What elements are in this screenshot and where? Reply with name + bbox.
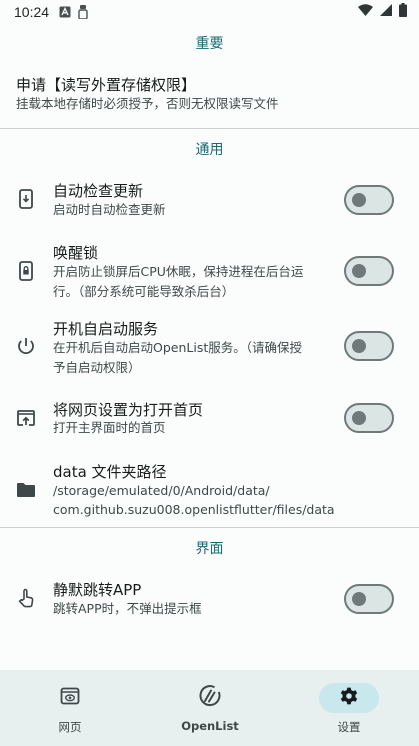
autostart-desc-line2: 予自启动权限） — [53, 360, 141, 375]
nav-settings-pill — [319, 683, 379, 713]
homepage-desc: 打开主界面时的首页 — [53, 420, 166, 435]
battery-icon — [399, 3, 407, 21]
homepage-item[interactable]: 将网页设置为打开首页 打开主界面时的首页 — [0, 391, 419, 447]
divider — [0, 527, 419, 528]
status-indicators — [358, 3, 407, 21]
data-folder-title: data 文件夹路径 — [53, 463, 167, 481]
silent-jump-switch[interactable] — [344, 584, 394, 614]
storage-permission-item[interactable]: 申请【读写外置存储权限】 挂载本地存储时必须授予，否则无权限读写文件 — [0, 64, 419, 124]
storage-permission-title: 申请【读写外置存储权限】 — [16, 76, 197, 94]
homepage-switch[interactable] — [344, 403, 394, 433]
auto-update-item[interactable]: 自动检查更新 启动时自动检查更新 — [0, 172, 419, 228]
nav-item-openlist[interactable]: OpenList — [140, 670, 280, 746]
nav-openlist-label: OpenList — [181, 719, 239, 733]
nav-openlist-pill — [180, 683, 240, 713]
switch-thumb — [352, 193, 366, 207]
update-download-icon — [16, 189, 36, 209]
open-in-browser-icon — [16, 408, 36, 428]
status-bar: 10:24 — [0, 0, 419, 24]
auto-update-title: 自动检查更新 — [53, 182, 144, 200]
data-folder-item[interactable]: data 文件夹路径 /storage/emulated/0/Android/d… — [0, 458, 419, 522]
silent-jump-desc: 跳转APP时，不弹出提示框 — [53, 601, 202, 616]
switch-thumb — [352, 592, 366, 606]
openlist-logo-icon — [198, 684, 222, 712]
signal-icon — [380, 4, 392, 20]
auto-update-switch[interactable] — [344, 185, 394, 215]
wakelock-desc-line2: 行。（部分系统可能导致杀后台） — [53, 284, 235, 299]
nav-web-pill — [40, 683, 100, 713]
nav-settings-label: 设置 — [337, 720, 361, 734]
silent-jump-title: 静默跳转APP — [53, 581, 142, 599]
wakelock-title: 唤醒锁 — [53, 244, 99, 262]
wakelock-item[interactable]: 唤醒锁 开启防止锁屏后CPU休眠，保持进程在后台运 行。（部分系统可能导致杀后台… — [0, 237, 419, 303]
autostart-title: 开机自启动服务 — [53, 320, 159, 338]
nav-item-web[interactable]: 网页 — [0, 670, 140, 746]
touch-hand-icon — [16, 588, 36, 608]
usb-debug-icon — [78, 5, 88, 19]
bottom-navigation: 网页 OpenList 设置 — [0, 670, 419, 746]
autostart-item[interactable]: 开机自启动服务 在开机后自动启动OpenList服务。（请确保授 予自启动权限） — [0, 312, 419, 378]
wakelock-desc-line1: 开启防止锁屏后CPU休眠，保持进程在后台运 — [53, 264, 304, 279]
switch-thumb — [352, 411, 366, 425]
switch-thumb — [352, 264, 366, 278]
data-folder-path-line2: com.github.suzu008.openlistflutter/files… — [53, 502, 335, 517]
data-folder-path-line1: /storage/emulated/0/Android/data/ — [53, 483, 270, 498]
wakelock-switch[interactable] — [344, 256, 394, 286]
switch-thumb — [352, 339, 366, 353]
phone-lock-icon — [16, 261, 36, 281]
section-header-important: 重要 — [195, 36, 224, 52]
silent-jump-item[interactable]: 静默跳转APP 跳转APP时，不弹出提示框 — [0, 572, 419, 628]
notification-a-icon — [59, 6, 71, 18]
nav-item-settings[interactable]: 设置 — [279, 670, 419, 746]
status-time: 10:24 — [14, 4, 50, 20]
section-header-general: 通用 — [195, 142, 224, 158]
nav-web-label: 网页 — [58, 720, 82, 734]
power-icon — [16, 336, 36, 356]
divider — [0, 128, 419, 129]
auto-update-desc: 启动时自动检查更新 — [53, 202, 166, 217]
autostart-switch[interactable] — [344, 331, 394, 361]
homepage-title: 将网页设置为打开首页 — [53, 401, 204, 419]
autostart-desc-line1: 在开机后自动启动OpenList服务。（请确保授 — [53, 340, 302, 355]
section-header-interface: 界面 — [195, 541, 224, 557]
wifi-icon — [358, 4, 373, 20]
storage-permission-desc: 挂载本地存储时必须授予，否则无权限读写文件 — [16, 96, 279, 111]
web-icon — [60, 687, 80, 709]
gear-icon — [339, 686, 359, 710]
folder-icon — [16, 480, 36, 500]
